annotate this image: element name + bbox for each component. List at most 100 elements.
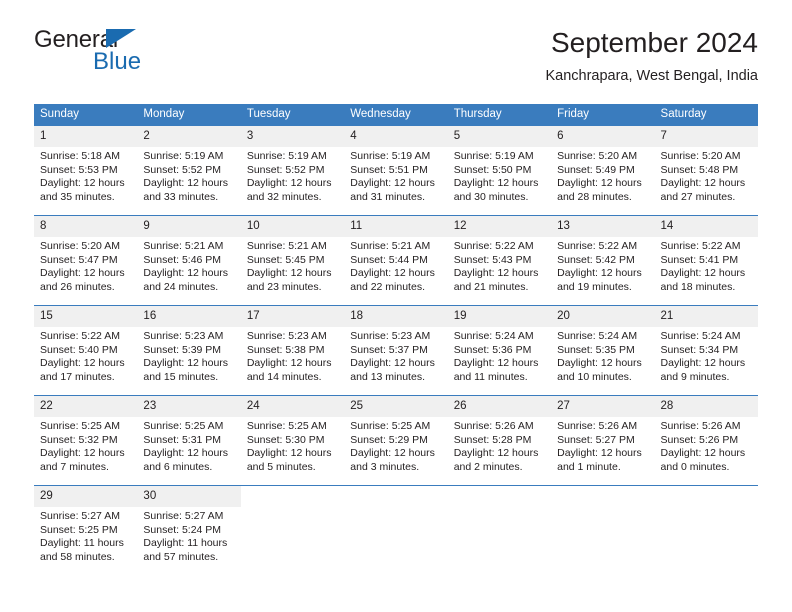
sunset-text: Sunset: 5:37 PM (350, 343, 428, 356)
daylight-text-line1: Daylight: 12 hours (350, 267, 435, 280)
calendar-day-cell[interactable]: 7 Sunrise: 5:20 AM Sunset: 5:48 PM Daylight… (654, 126, 758, 216)
day-number: 5 (447, 126, 552, 147)
calendar-day-cell[interactable]: 21 Sunrise: 5:24 AM Sunset: 5:34 PM Dayligh… (654, 305, 758, 396)
daylight-text-line2: and 35 minutes. (40, 190, 115, 203)
calendar-day-cell[interactable]: 2 Sunrise: 5:19 AM Sunset: 5:52 PM Daylight… (137, 126, 241, 216)
sunset-text: Sunset: 5:52 PM (246, 163, 325, 176)
calendar-day-cell[interactable]: 29 Sunrise: 5:27 AM Sunset: 5:25 PM Dayligh… (34, 485, 138, 575)
calendar-day-cell[interactable]: 4 Sunrise: 5:19 AM Sunset: 5:51 PM Daylight… (344, 126, 448, 216)
calendar-day-cell[interactable]: 16 Sunrise: 5:23 AM Sunset: 5:39 PM Dayligh… (137, 305, 241, 396)
sunset-text: Sunset: 5:30 PM (246, 433, 325, 446)
daylight-text-line2: and 1 minute. (557, 460, 621, 473)
day-cell-content: 21 Sunrise: 5:24 AM Sunset: 5:34 PM Dayligh… (654, 306, 758, 395)
daylight-text-line1: Daylight: 12 hours (453, 177, 539, 190)
calendar-day-cell[interactable]: 30 Sunrise: 5:27 AM Sunset: 5:24 PM Dayligh… (137, 485, 241, 575)
weekday-header-row: Sunday Monday Tuesday Wednesday Thursday… (34, 104, 758, 126)
sunset-text: Sunset: 5:38 PM (246, 343, 325, 356)
calendar-day-cell[interactable]: 8 Sunrise: 5:20 AM Sunset: 5:47 PM Daylight… (34, 215, 138, 306)
sunrise-text: Sunrise: 5:19 AM (350, 150, 431, 162)
calendar-day-cell[interactable]: 5 Sunrise: 5:19 AM Sunset: 5:50 PM Daylight… (447, 126, 552, 216)
sunrise-text: Sunrise: 5:25 AM (246, 420, 327, 432)
daylight-text-line2: and 33 minutes. (143, 190, 219, 203)
calendar-day-cell[interactable]: 19 Sunrise: 5:24 AM Sunset: 5:36 PM Dayligh… (447, 305, 552, 396)
day-number: 11 (344, 216, 448, 237)
calendar-day-cell[interactable]: 23 Sunrise: 5:25 AM Sunset: 5:31 PM Dayligh… (137, 395, 241, 486)
calendar-day-cell[interactable]: 28 Sunrise: 5:26 AM Sunset: 5:26 PM Dayligh… (654, 395, 758, 486)
calendar-day-cell[interactable]: 11 Sunrise: 5:21 AM Sunset: 5:44 PM Dayligh… (344, 215, 448, 306)
logo-triangle-icon (106, 29, 136, 48)
sunrise-text: Sunrise: 5:26 AM (453, 420, 534, 432)
sunset-text: Sunset: 5:29 PM (350, 433, 428, 446)
day-cell-content: 7 Sunrise: 5:20 AM Sunset: 5:48 PM Daylight… (654, 126, 758, 215)
day-details: Sunrise: 5:23 AM Sunset: 5:37 PM Daylight:… (344, 327, 447, 384)
day-cell-content: 19 Sunrise: 5:24 AM Sunset: 5:36 PM Dayligh… (447, 306, 552, 395)
day-cell-content: 13 Sunrise: 5:22 AM Sunset: 5:42 PM Dayligh… (551, 216, 655, 305)
calendar-day-cell[interactable]: 26 Sunrise: 5:26 AM Sunset: 5:28 PM Dayligh… (447, 395, 552, 486)
daylight-text-line2: and 32 minutes. (246, 190, 322, 203)
day-details: Sunrise: 5:21 AM Sunset: 5:46 PM Daylight:… (137, 237, 240, 294)
calendar-day-cell[interactable]: 24 Sunrise: 5:25 AM Sunset: 5:30 PM Dayligh… (240, 395, 345, 486)
day-cell-content (654, 486, 758, 575)
daylight-text-line2: and 23 minutes. (246, 280, 322, 293)
day-number: 29 (34, 486, 138, 507)
daylight-text-line1: Daylight: 12 hours (40, 267, 125, 280)
calendar-empty-cell (654, 485, 758, 575)
calendar-day-cell[interactable]: 9 Sunrise: 5:21 AM Sunset: 5:46 PM Daylight… (137, 215, 241, 306)
daylight-text-line1: Daylight: 12 hours (557, 447, 642, 460)
daylight-text-line2: and 30 minutes. (453, 190, 529, 203)
sunrise-text: Sunrise: 5:21 AM (246, 240, 327, 252)
daylight-text-line1: Daylight: 12 hours (246, 357, 332, 370)
calendar-day-cell[interactable]: 6 Sunrise: 5:20 AM Sunset: 5:49 PM Daylight… (551, 126, 655, 216)
calendar-day-cell[interactable]: 12 Sunrise: 5:22 AM Sunset: 5:43 PM Dayligh… (447, 215, 552, 306)
calendar-week-row: 29 Sunrise: 5:27 AM Sunset: 5:25 PM Dayligh… (34, 485, 758, 575)
calendar-week-row: 15 Sunrise: 5:22 AM Sunset: 5:40 PM Dayligh… (34, 305, 758, 396)
sunset-text: Sunset: 5:36 PM (453, 343, 532, 356)
day-cell-content: 2 Sunrise: 5:19 AM Sunset: 5:52 PM Daylight… (137, 126, 241, 215)
day-number (447, 486, 552, 507)
calendar-week-row: 1 Sunrise: 5:18 AM Sunset: 5:53 PM Daylight… (34, 126, 758, 216)
sunrise-text: Sunrise: 5:25 AM (40, 420, 120, 432)
sunset-text: Sunset: 5:35 PM (557, 343, 635, 356)
sunset-text: Sunset: 5:31 PM (143, 433, 222, 446)
weekday-header-sunday: Sunday (34, 104, 138, 126)
day-cell-content: 4 Sunrise: 5:19 AM Sunset: 5:51 PM Daylight… (344, 126, 448, 215)
sunset-text: Sunset: 5:39 PM (143, 343, 222, 356)
day-details: Sunrise: 5:22 AM Sunset: 5:40 PM Daylight:… (34, 327, 137, 384)
daylight-text-line2: and 2 minutes. (453, 460, 523, 473)
calendar-day-cell[interactable]: 17 Sunrise: 5:23 AM Sunset: 5:38 PM Dayligh… (240, 305, 345, 396)
sunset-text: Sunset: 5:43 PM (453, 253, 532, 266)
calendar-day-cell[interactable]: 27 Sunrise: 5:26 AM Sunset: 5:27 PM Dayligh… (551, 395, 655, 486)
weekday-header-friday: Friday (551, 104, 655, 126)
calendar-day-cell[interactable]: 3 Sunrise: 5:19 AM Sunset: 5:52 PM Daylight… (240, 126, 345, 216)
sunset-text: Sunset: 5:34 PM (660, 343, 739, 356)
sunrise-text: Sunrise: 5:19 AM (246, 150, 327, 162)
calendar-day-cell[interactable]: 1 Sunrise: 5:18 AM Sunset: 5:53 PM Daylight… (34, 126, 138, 216)
calendar-day-cell[interactable]: 22 Sunrise: 5:25 AM Sunset: 5:32 PM Dayligh… (34, 395, 138, 486)
sunset-text: Sunset: 5:44 PM (350, 253, 428, 266)
calendar-day-cell[interactable]: 13 Sunrise: 5:22 AM Sunset: 5:42 PM Dayligh… (551, 215, 655, 306)
calendar-week-row: 8 Sunrise: 5:20 AM Sunset: 5:47 PM Daylight… (34, 215, 758, 306)
calendar-day-cell[interactable]: 10 Sunrise: 5:21 AM Sunset: 5:45 PM Dayligh… (240, 215, 345, 306)
day-cell-content: 3 Sunrise: 5:19 AM Sunset: 5:52 PM Daylight… (240, 126, 345, 215)
calendar-day-cell[interactable]: 20 Sunrise: 5:24 AM Sunset: 5:35 PM Dayligh… (551, 305, 655, 396)
day-number: 28 (654, 396, 758, 417)
sunset-text: Sunset: 5:46 PM (143, 253, 222, 266)
logo-text-blue: Blue (93, 48, 142, 75)
sunset-text: Sunset: 5:51 PM (350, 163, 428, 176)
day-number: 14 (654, 216, 758, 237)
calendar-day-cell[interactable]: 25 Sunrise: 5:25 AM Sunset: 5:29 PM Dayligh… (344, 395, 448, 486)
day-cell-content (447, 486, 552, 575)
calendar-day-cell[interactable]: 18 Sunrise: 5:23 AM Sunset: 5:37 PM Dayligh… (344, 305, 448, 396)
calendar-day-cell[interactable]: 15 Sunrise: 5:22 AM Sunset: 5:40 PM Dayligh… (34, 305, 138, 396)
sunrise-text: Sunrise: 5:20 AM (40, 240, 120, 252)
day-number (551, 486, 655, 507)
daylight-text-line1: Daylight: 12 hours (660, 177, 746, 190)
day-cell-content: 1 Sunrise: 5:18 AM Sunset: 5:53 PM Daylight… (34, 126, 138, 215)
sunset-text: Sunset: 5:49 PM (557, 163, 635, 176)
daylight-text-line2: and 19 minutes. (557, 280, 632, 293)
daylight-text-line1: Daylight: 12 hours (557, 267, 642, 280)
daylight-text-line2: and 15 minutes. (143, 370, 219, 383)
day-cell-content: 20 Sunrise: 5:24 AM Sunset: 5:35 PM Dayligh… (551, 306, 655, 395)
daylight-text-line2: and 26 minutes. (40, 280, 115, 293)
calendar-day-cell[interactable]: 14 Sunrise: 5:22 AM Sunset: 5:41 PM Dayligh… (654, 215, 758, 306)
